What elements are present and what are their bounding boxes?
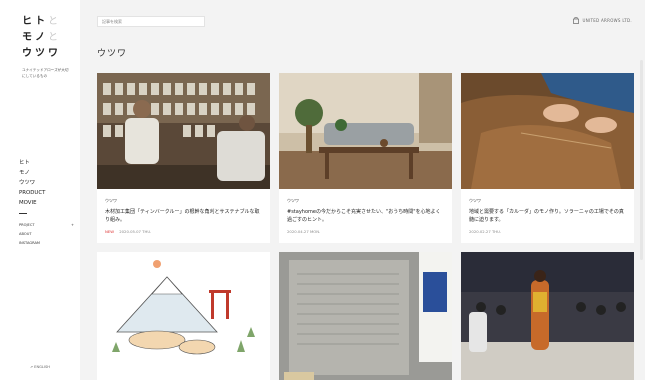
- logo-char: ト: [35, 16, 48, 27]
- article-thumbnail: [279, 252, 452, 380]
- article-thumbnail: [461, 73, 634, 189]
- article-thumbnail: [97, 73, 270, 189]
- article-thumbnail: [97, 252, 270, 380]
- logo-row: ヒ ト と: [22, 14, 72, 30]
- article-card[interactable]: [97, 252, 270, 380]
- language-link[interactable]: ↗ ENGLISH: [30, 365, 50, 369]
- card-category: ウツワ: [105, 198, 117, 203]
- search-placeholder: 記事を検索: [102, 19, 122, 24]
- nav-item-utsuwa[interactable]: ウツワ: [19, 178, 74, 188]
- nav-item-label: PROJECT: [19, 223, 35, 227]
- brand-link[interactable]: UNITED ARROWS LTD.: [573, 17, 632, 24]
- globe-icon: ↗: [30, 365, 34, 369]
- logo-char: モ: [22, 32, 35, 43]
- logo-row: ウ ツ ワ: [22, 46, 72, 62]
- page-title: ウツワ: [97, 49, 128, 59]
- logo-char: ウ: [22, 48, 35, 59]
- nav-item-hito[interactable]: ヒト: [19, 158, 74, 168]
- sidebar: ヒ ト と モ ノ と ウ ツ ワ ユナイテッドアローズが大切にしているもの ヒ…: [0, 0, 80, 380]
- card-meta: NEW 2020.05.07 THU.: [105, 229, 262, 234]
- card-date: 2020.02.27 THU.: [469, 229, 502, 234]
- card-meta: 2020.02.27 THU.: [469, 229, 626, 234]
- scrollbar[interactable]: [640, 60, 643, 260]
- nav-item-label: INSTAGRAM: [19, 241, 41, 245]
- nav-item-instagram[interactable]: INSTAGRAM: [19, 239, 74, 248]
- new-badge: NEW: [105, 229, 114, 234]
- article-card[interactable]: [461, 252, 634, 380]
- card-category: ウツワ: [287, 198, 299, 203]
- logo-char: と: [48, 16, 61, 27]
- nav-item-mono[interactable]: モノ: [19, 168, 74, 178]
- nav-item-label: ABOUT: [19, 232, 32, 236]
- article-card[interactable]: ウツワ 木材加工集団「ティンバークルー」の根幹な角刈とサステナブルな取り組み。 …: [97, 73, 270, 243]
- article-thumbnail: [461, 252, 634, 380]
- article-card[interactable]: ウツワ 地域と需要する「カルーダ」のモノ作り。ソラーニャの工場でその真髄に迫りま…: [461, 73, 634, 243]
- nav-item-about[interactable]: ABOUT: [19, 230, 74, 239]
- card-title: 地域と需要する「カルーダ」のモノ作り。ソラーニャの工場でその真髄に迫ります。: [469, 209, 624, 223]
- logo-char: ワ: [48, 48, 61, 59]
- nav-item-movie[interactable]: MOVIE: [19, 198, 74, 208]
- card-date: 2020.05.07 THU.: [119, 229, 152, 234]
- language-link-label: ENGLISH: [34, 365, 50, 369]
- card-title: #stayhomeの今だからこそ充実させたい、"おうち時間"を心地よく過ごすのヒ…: [287, 209, 441, 223]
- nav-item-project[interactable]: PROJECT +: [19, 221, 74, 230]
- card-category: ウツワ: [469, 198, 481, 203]
- logo-tagline: ユナイテッドアローズが大切にしているもの: [22, 68, 69, 78]
- logo-char: と: [48, 32, 61, 43]
- nav-divider: [19, 213, 27, 214]
- logo-char: ノ: [35, 32, 48, 43]
- search-input[interactable]: 記事を検索: [97, 16, 205, 27]
- article-card[interactable]: [279, 252, 452, 380]
- card-title: 木材加工集団「ティンバークルー」の根幹な角刈とサステナブルな取り組み。: [105, 209, 260, 223]
- logo-char: ツ: [35, 48, 48, 59]
- logo-row: モ ノ と: [22, 30, 72, 46]
- shopping-bag-icon: [573, 17, 580, 24]
- card-meta: 2020.04.27 MON.: [287, 229, 444, 234]
- card-date: 2020.04.27 MON.: [287, 229, 321, 234]
- site-logo[interactable]: ヒ ト と モ ノ と ウ ツ ワ ユナイテッドアローズが大切にしているもの: [22, 14, 72, 79]
- article-thumbnail: [279, 73, 452, 189]
- expand-icon[interactable]: +: [71, 221, 74, 230]
- article-card[interactable]: ウツワ #stayhomeの今だからこそ充実させたい、"おうち時間"を心地よく過…: [279, 73, 452, 243]
- nav-item-product[interactable]: PRODUCT: [19, 188, 74, 198]
- main-nav: ヒト モノ ウツワ PRODUCT MOVIE PROJECT + ABOUT …: [19, 158, 74, 248]
- brand-name: UNITED ARROWS LTD.: [582, 18, 632, 23]
- logo-char: ヒ: [22, 16, 35, 27]
